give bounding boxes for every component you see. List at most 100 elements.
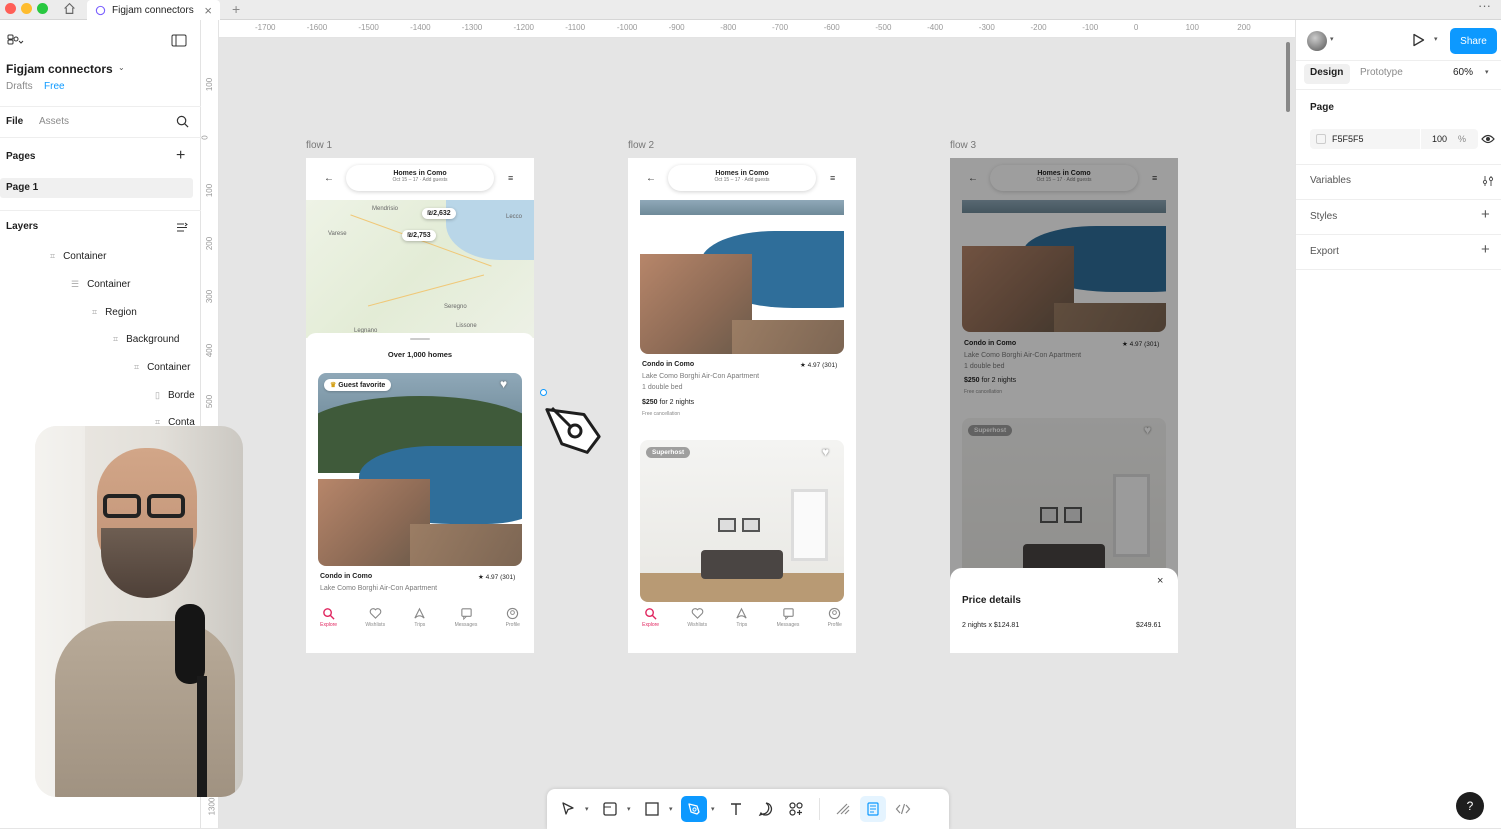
nav-explore[interactable]: Explore (320, 607, 337, 631)
add-style-icon[interactable]: + (1481, 206, 1490, 223)
wishlist-heart-icon[interactable]: ♥ (822, 445, 829, 459)
present-play-icon[interactable] (1412, 33, 1425, 52)
maximize-window-button[interactable] (37, 3, 48, 14)
back-arrow-icon[interactable]: ← (324, 173, 334, 184)
nav-messages[interactable]: Messages (455, 607, 477, 631)
help-button[interactable]: ? (1456, 792, 1484, 820)
new-tab-button[interactable]: + (232, 1, 240, 17)
present-chevron-icon[interactable]: ▾ (1434, 35, 1438, 43)
file-location[interactable]: Drafts (6, 81, 33, 92)
file-name[interactable]: Figjam connectors (6, 62, 113, 76)
move-tool[interactable] (555, 796, 581, 822)
layer-item[interactable]: ▯ Borde (155, 390, 195, 401)
zoom-level[interactable]: 60% (1453, 67, 1473, 78)
page-color-field[interactable]: F5F5F5 100 % (1310, 129, 1478, 149)
connector-handle[interactable] (540, 389, 547, 396)
variables-adjust-icon[interactable] (1482, 174, 1494, 192)
shape-tool-chevron-icon[interactable]: ▾ (669, 805, 677, 813)
search-pill[interactable]: Homes in Como Oct 15 – 17 · Add guests (668, 165, 816, 191)
price-line-total: $249.61 (1136, 622, 1162, 629)
nav-explore[interactable]: Explore (642, 607, 659, 631)
map-price-pin[interactable]: ₪2,632 (422, 208, 456, 219)
nav-wishlists[interactable]: Wishlists (687, 607, 707, 631)
actions-tool[interactable] (783, 796, 809, 822)
tab-assets[interactable]: Assets (39, 116, 69, 127)
page-item-selected[interactable]: Page 1 (0, 178, 193, 198)
close-icon[interactable]: × (1157, 575, 1163, 587)
map[interactable]: Mendrisio Varese Lecco Seregno Lissone L… (306, 200, 534, 338)
layer-item[interactable]: ☰ Container (71, 279, 130, 290)
tab-design[interactable]: Design (1310, 67, 1343, 78)
nav-trips[interactable]: Trips (735, 607, 748, 631)
avatar-chevron-icon[interactable]: ▾ (1330, 35, 1334, 43)
frame-tool[interactable] (597, 796, 623, 822)
back-arrow-icon[interactable]: ← (646, 173, 656, 184)
frame-flow-2[interactable]: ← Homes in Como Oct 15 – 17 · Add guests… (628, 158, 856, 653)
frame-label-flow-3[interactable]: flow 3 (950, 140, 976, 151)
main-menu-button[interactable] (7, 34, 25, 53)
layer-item[interactable]: ⌗ Background (113, 334, 179, 345)
frame-flow-1[interactable]: ← Homes in Como Oct 15 – 17 · Add guests… (306, 158, 534, 653)
listing-photo[interactable] (640, 440, 844, 602)
file-tab[interactable]: Figjam connectors × (87, 0, 220, 20)
frame-flow-3[interactable]: ← Homes in Como Oct 15 – 17 · Add guests… (950, 158, 1178, 653)
page-color-hex[interactable]: F5F5F5 (1332, 134, 1364, 144)
move-tool-chevron-icon[interactable]: ▾ (585, 805, 593, 813)
guest-favorite-badge: ♛ Guest favorite (324, 379, 392, 391)
toggle-sidebar-icon[interactable] (171, 34, 187, 52)
styles-section[interactable]: Styles (1310, 211, 1337, 222)
home-icon[interactable] (63, 2, 76, 20)
minimize-window-button[interactable] (21, 3, 32, 14)
heart-icon (691, 608, 703, 619)
text-tool[interactable] (723, 796, 749, 822)
shape-tool[interactable] (639, 796, 665, 822)
sheet-handle[interactable] (410, 338, 430, 340)
nav-wishlists[interactable]: Wishlists (365, 607, 385, 631)
layers-options-icon[interactable] (176, 220, 188, 238)
draw-mode-button[interactable] (830, 796, 856, 822)
page-opacity[interactable]: 100 (1432, 134, 1447, 144)
nav-messages[interactable]: Messages (777, 607, 799, 631)
add-page-icon[interactable]: + (176, 147, 185, 165)
connector-tool[interactable] (681, 796, 707, 822)
design-mode-button[interactable] (860, 796, 886, 822)
listing-photo[interactable] (640, 200, 844, 354)
layer-item[interactable]: ⌗ Region (92, 307, 137, 318)
connector-tool-chevron-icon[interactable]: ▾ (711, 805, 719, 813)
dev-mode-button[interactable] (890, 796, 916, 822)
plan-badge[interactable]: Free (44, 81, 65, 92)
export-section[interactable]: Export (1310, 246, 1339, 257)
map-price-pin[interactable]: ₪2,753 (402, 230, 436, 241)
avatar[interactable] (1307, 31, 1327, 51)
color-swatch[interactable] (1316, 134, 1326, 144)
add-export-icon[interactable]: + (1481, 241, 1490, 258)
vertical-scrollbar[interactable] (1286, 42, 1290, 112)
tab-prototype[interactable]: Prototype (1360, 67, 1403, 78)
frame-tool-chevron-icon[interactable]: ▾ (627, 805, 635, 813)
variables-section[interactable]: Variables (1310, 175, 1351, 186)
ruler-tick-label: 0 (1133, 23, 1139, 32)
share-button[interactable]: Share (1450, 28, 1497, 54)
filter-icon[interactable]: ≡ (830, 173, 835, 183)
frame-label-flow-1[interactable]: flow 1 (306, 140, 332, 151)
layer-item[interactable]: ⌗ Container (50, 251, 106, 262)
file-name-chevron-icon[interactable]: ⌄ (118, 63, 125, 72)
wishlist-heart-icon[interactable]: ♥ (500, 377, 507, 391)
nav-profile[interactable]: Profile (506, 607, 520, 631)
visibility-eye-icon[interactable] (1481, 132, 1495, 150)
layer-item[interactable]: ⌗ Container (134, 362, 190, 373)
filter-icon[interactable]: ≡ (508, 173, 513, 183)
nav-trips[interactable]: Trips (413, 607, 426, 631)
canvas[interactable]: flow 1 ← Homes in Como Oct 15 – 17 · Add… (219, 38, 1295, 828)
zoom-chevron-icon[interactable]: ▾ (1485, 68, 1489, 76)
close-window-button[interactable] (5, 3, 16, 14)
tab-file[interactable]: File (6, 116, 23, 127)
nav-profile[interactable]: Profile (828, 607, 842, 631)
comment-tool[interactable] (753, 796, 779, 822)
search-icon[interactable] (176, 115, 189, 133)
close-tab-icon[interactable]: × (204, 3, 212, 18)
more-options-icon[interactable]: ··· (1478, 0, 1491, 13)
frame-label-flow-2[interactable]: flow 2 (628, 140, 654, 151)
search-pill[interactable]: Homes in Como Oct 15 – 17 · Add guests (346, 165, 494, 191)
listing-photo[interactable] (318, 373, 522, 566)
